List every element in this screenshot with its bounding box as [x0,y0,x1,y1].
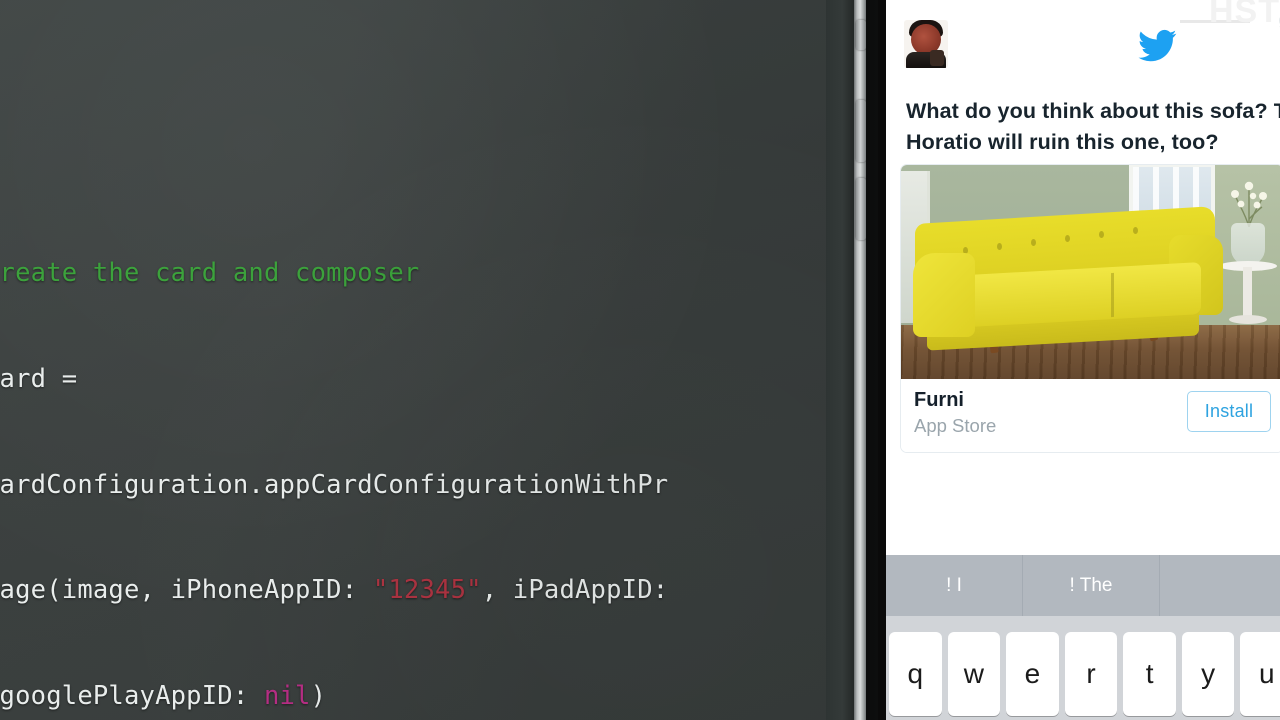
suggestion-2[interactable]: ! The [1023,555,1160,616]
phone-chassis [826,0,856,720]
key-y[interactable]: y [1181,632,1235,716]
volume-up-button[interactable] [856,100,866,162]
watermark: HST [1209,0,1280,30]
key-t[interactable]: t [1123,632,1176,716]
code-keyword-nil: nil [263,680,311,711]
code-fragment-d: ) [310,680,327,711]
app-card[interactable]: Furni App Store Install [900,164,1280,453]
keyboard-top-row: q w e r t y u [886,616,1280,720]
tweet-text[interactable]: What do you think about this sofa? T Hor… [906,96,1280,158]
code-editor-screen: Create the card and composer card = Card… [0,0,845,720]
avatar[interactable] [904,20,948,68]
code-fragment-b: , iPadAppID: [481,575,669,606]
key-e[interactable]: e [1006,632,1059,716]
phone-screen: What do you think about this sofa? T Hor… [886,0,1280,720]
code-line-4: mage(image, iPhoneAppID: "12345", iPadAp… [0,573,845,608]
code-fragment-a: mage(image, iPhoneAppID: [0,575,373,606]
suggestion-1[interactable]: ! I [886,555,1023,616]
app-card-meta: Furni App Store Install [901,379,1280,452]
sofa-arm-left [913,253,975,337]
app-card-title: Furni [914,389,964,411]
code-fragment-c: googlePlayAppID: [0,680,264,711]
screenshot-stage: Create the card and composer card = Card… [0,0,1280,720]
app-card-subtitle: App Store [914,415,997,436]
silent-switch-button[interactable] [856,20,866,50]
tweet-compose-area: What do you think about this sofa? T Hor… [886,0,1280,556]
app-card-image [901,165,1280,379]
phone-device: What do you think about this sofa? T Hor… [826,0,1280,720]
suggestion-3[interactable] [1160,555,1280,616]
source-code-block: Create the card and composer card = Card… [0,186,845,720]
code-line-3: CardConfiguration.appCardConfigurationWi… [0,469,669,500]
install-button[interactable]: Install [1187,391,1271,432]
twitter-bird-icon [1134,26,1180,66]
key-w[interactable]: w [947,632,1001,716]
key-q[interactable]: q [889,632,942,716]
code-line-comment-1: Create the card and composer [0,258,420,289]
key-u[interactable]: u [1240,632,1280,716]
sofa [901,165,1280,379]
key-r[interactable]: r [1064,632,1118,716]
code-line-2: card = [0,364,78,394]
avatar-hand [930,50,944,66]
onscreen-keyboard: ! I ! The q w e r t y u [886,555,1280,720]
keyboard-suggestion-bar: ! I ! The [886,555,1280,616]
code-string-literal: "12345" [372,575,482,606]
sofa-cushion-seam [1111,272,1114,318]
code-line-5: googlePlayAppID: nil) [0,679,845,714]
volume-down-button[interactable] [856,178,866,240]
